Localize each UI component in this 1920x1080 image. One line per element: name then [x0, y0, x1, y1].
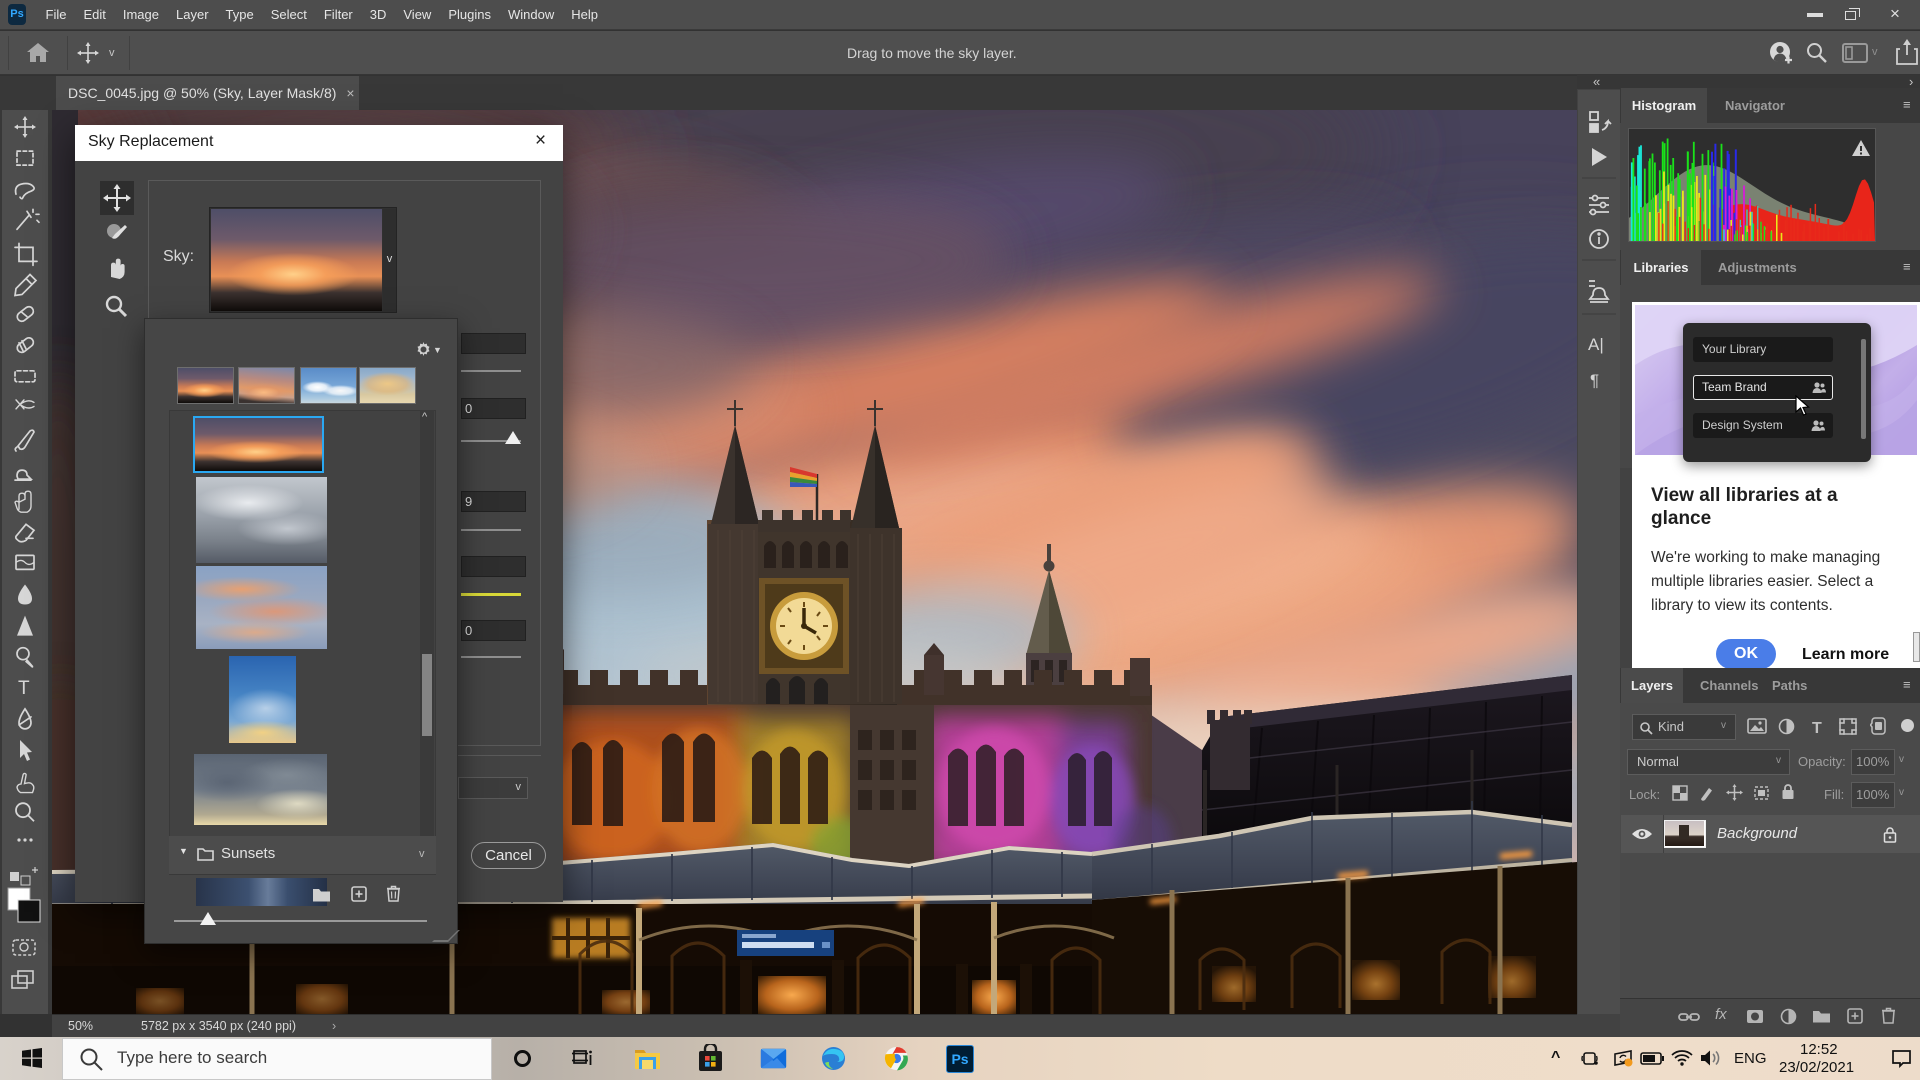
svg-text:¶: ¶	[1590, 371, 1599, 390]
svg-text:A|: A|	[1588, 335, 1604, 354]
svg-text:T: T	[18, 678, 30, 699]
